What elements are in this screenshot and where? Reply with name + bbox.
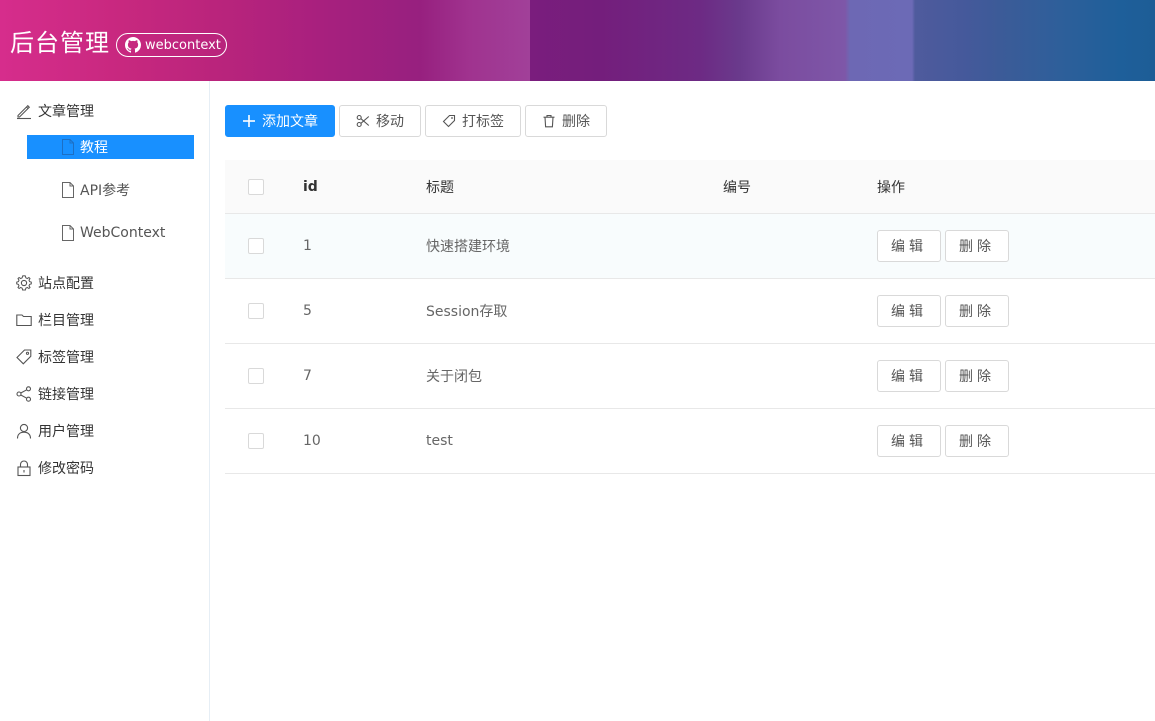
edit-icon (15, 102, 33, 120)
select-all-cell (248, 160, 264, 213)
table-row: 10 test 编辑 删除 (225, 409, 1155, 474)
share-icon (15, 385, 33, 403)
row-title: 快速搭建环境 (426, 239, 510, 255)
edit-button[interactable]: 编辑 (877, 425, 941, 457)
row-select-cell (248, 279, 264, 343)
lock-icon (15, 459, 33, 477)
file-icon (60, 181, 76, 199)
add-article-label: 添加文章 (262, 114, 318, 130)
tag-button[interactable]: 打标签 (425, 105, 521, 137)
file-icon (60, 224, 76, 242)
tag-label: 打标签 (462, 114, 504, 130)
edit-button[interactable]: 编辑 (877, 360, 941, 392)
move-button[interactable]: 移动 (339, 105, 421, 137)
sidebar-item-label: 栏目管理 (38, 312, 94, 329)
github-link[interactable]: webcontext (116, 33, 227, 57)
sidebar: 文章管理 教程 API参考 WebContext 站点配置 栏目管理 标签管理 … (0, 81, 210, 721)
row-id: 7 (303, 368, 312, 384)
page-title: 后台管理 (10, 29, 110, 57)
row-delete-button[interactable]: 删除 (945, 295, 1009, 327)
sidebar-subitem-api[interactable]: API参考 (27, 178, 194, 202)
gear-icon (15, 274, 33, 292)
move-label: 移动 (376, 114, 404, 130)
sidebar-item-users[interactable]: 用户管理 (0, 412, 209, 449)
sidebar-item-articles[interactable]: 文章管理 (0, 92, 209, 129)
sidebar-item-site-config[interactable]: 站点配置 (0, 264, 209, 301)
sidebar-subitem-label: 教程 (80, 140, 108, 156)
tag-icon (15, 348, 33, 366)
row-checkbox[interactable] (248, 303, 264, 319)
row-title: test (426, 433, 453, 449)
sidebar-item-tags[interactable]: 标签管理 (0, 338, 209, 375)
table-row: 1 快速搭建环境 编辑 删除 (225, 214, 1155, 279)
user-icon (15, 422, 33, 440)
row-id: 10 (303, 433, 321, 449)
scissors-icon (356, 114, 370, 128)
sidebar-subitem-tutorial[interactable]: 教程 (27, 135, 194, 159)
row-delete-button[interactable]: 删除 (945, 425, 1009, 457)
row-id: 1 (303, 238, 312, 254)
app-header: 后台管理 webcontext (0, 0, 1155, 81)
row-select-cell (248, 409, 264, 473)
row-delete-button[interactable]: 删除 (945, 230, 1009, 262)
edit-button[interactable]: 编辑 (877, 295, 941, 327)
sidebar-item-label: 用户管理 (38, 423, 94, 440)
delete-button[interactable]: 删除 (525, 105, 607, 137)
column-header-actions: 操作 (877, 179, 905, 196)
tag-icon (442, 114, 456, 128)
table-header: id 标题 编号 操作 (225, 160, 1155, 214)
sidebar-item-password[interactable]: 修改密码 (0, 449, 209, 486)
row-title: 关于闭包 (426, 369, 482, 385)
trash-icon (542, 114, 556, 128)
file-icon (60, 138, 76, 156)
add-article-button[interactable]: 添加文章 (225, 105, 335, 137)
table-row: 5 Session存取 编辑 删除 (225, 279, 1155, 344)
github-badge-label: webcontext (145, 37, 221, 53)
column-header-id: id (303, 178, 318, 195)
row-checkbox[interactable] (248, 238, 264, 254)
folder-icon (15, 311, 33, 329)
table-row: 7 关于闭包 编辑 删除 (225, 344, 1155, 409)
sidebar-subitem-label: API参考 (80, 183, 131, 199)
sidebar-item-label: 文章管理 (38, 103, 94, 120)
edit-button[interactable]: 编辑 (877, 230, 941, 262)
column-header-code: 编号 (723, 179, 751, 196)
sidebar-item-label: 站点配置 (38, 275, 94, 292)
select-all-checkbox[interactable] (248, 178, 264, 195)
row-checkbox[interactable] (248, 368, 264, 384)
row-id: 5 (303, 303, 312, 319)
row-title: Session存取 (426, 304, 508, 320)
sidebar-item-links[interactable]: 链接管理 (0, 375, 209, 412)
row-select-cell (248, 344, 264, 408)
sidebar-subitem-label: WebContext (80, 225, 166, 241)
github-icon (125, 37, 141, 53)
sidebar-item-label: 链接管理 (38, 386, 94, 403)
sidebar-item-columns[interactable]: 栏目管理 (0, 301, 209, 338)
delete-label: 删除 (562, 114, 590, 130)
column-header-title: 标题 (426, 179, 454, 196)
sidebar-subitem-webcontext[interactable]: WebContext (27, 221, 194, 245)
row-delete-button[interactable]: 删除 (945, 360, 1009, 392)
row-select-cell (248, 214, 264, 278)
plus-icon (242, 114, 256, 128)
sidebar-item-label: 标签管理 (38, 349, 94, 366)
row-checkbox[interactable] (248, 433, 264, 449)
sidebar-item-label: 修改密码 (38, 460, 94, 477)
